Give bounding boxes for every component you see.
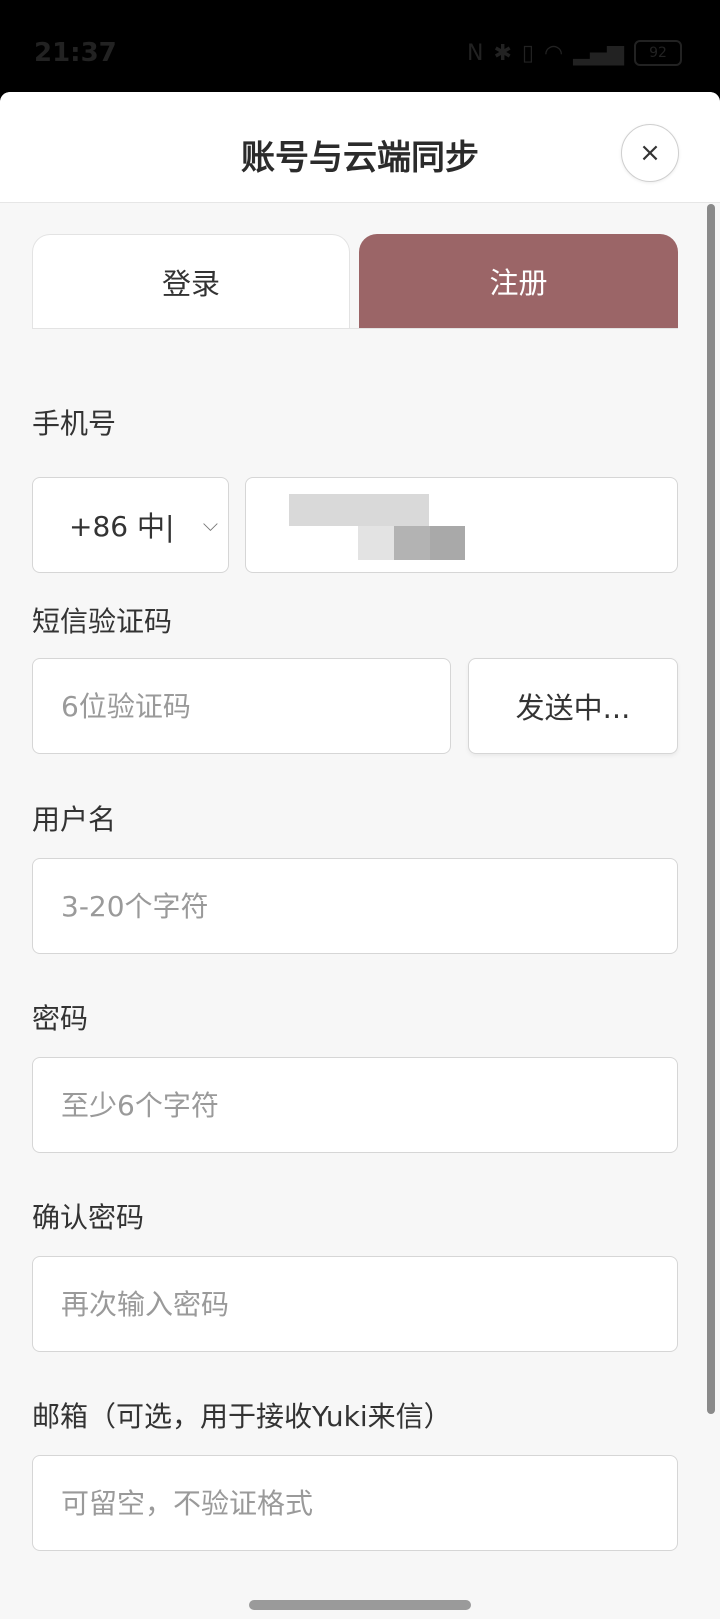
status-bar: 21:37 N ✱ ▯ ◠ ▂▄▆ 92 <box>0 0 720 92</box>
sms-code-input[interactable] <box>33 659 450 753</box>
confirm-password-field[interactable] <box>32 1256 678 1352</box>
tab-divider <box>32 328 678 329</box>
username-label: 用户名 <box>32 803 117 836</box>
sheet-header: 账号与云端同步 × <box>0 92 720 203</box>
country-code-value: +86 中| <box>69 510 175 543</box>
home-indicator[interactable] <box>249 1600 471 1610</box>
status-time: 21:37 <box>34 38 117 68</box>
phone-input[interactable] <box>245 477 678 573</box>
chevron-down-icon: ⌵ <box>202 512 218 536</box>
confirm-password-label: 确认密码 <box>32 1201 145 1234</box>
redacted-phone-mask <box>430 526 465 560</box>
email-label: 邮箱（可选，用于接收Yuki来信） <box>32 1400 452 1433</box>
email-input[interactable] <box>33 1456 677 1550</box>
tab-login[interactable]: 登录 <box>32 234 350 329</box>
status-icons: N ✱ ▯ ◠ ▂▄▆ 92 <box>467 40 682 66</box>
wifi-icon: ◠ <box>544 40 564 66</box>
send-code-label: 发送中... <box>515 691 631 725</box>
country-code-select[interactable]: +86 中| ⌵ <box>32 477 229 573</box>
vibrate-icon: ▯ <box>521 40 535 66</box>
nfc-icon: N <box>467 40 484 66</box>
username-input[interactable] <box>33 859 677 953</box>
username-field[interactable] <box>32 858 678 954</box>
sync-sheet: 账号与云端同步 × 登录 注册 手机号 +86 中| ⌵ 短信验证码 发送中..… <box>0 92 720 1619</box>
signal-icon: ▂▄▆ <box>573 40 624 66</box>
close-button[interactable]: × <box>621 124 679 182</box>
password-input[interactable] <box>33 1058 677 1152</box>
email-field[interactable] <box>32 1455 678 1551</box>
sms-code-field[interactable] <box>32 658 451 754</box>
tab-login-label: 登录 <box>161 267 220 301</box>
auth-tabs: 登录 注册 <box>32 234 678 330</box>
send-code-button[interactable]: 发送中... <box>468 658 678 754</box>
phone-label: 手机号 <box>32 407 117 440</box>
confirm-password-input[interactable] <box>33 1257 677 1351</box>
battery-icon: 92 <box>634 40 682 66</box>
close-icon: × <box>639 138 661 168</box>
password-field[interactable] <box>32 1057 678 1153</box>
scrollbar[interactable] <box>707 204 715 1414</box>
battery-level: 92 <box>649 45 667 61</box>
redacted-phone-mask <box>394 526 430 560</box>
tab-register[interactable]: 注册 <box>359 234 678 328</box>
sms-code-label: 短信验证码 <box>32 605 173 638</box>
redacted-phone-mask <box>358 526 394 560</box>
bluetooth-icon: ✱ <box>493 40 512 66</box>
password-label: 密码 <box>32 1002 89 1035</box>
redacted-phone-mask <box>289 494 429 526</box>
tab-register-label: 注册 <box>489 266 548 300</box>
page-title: 账号与云端同步 <box>241 138 479 178</box>
